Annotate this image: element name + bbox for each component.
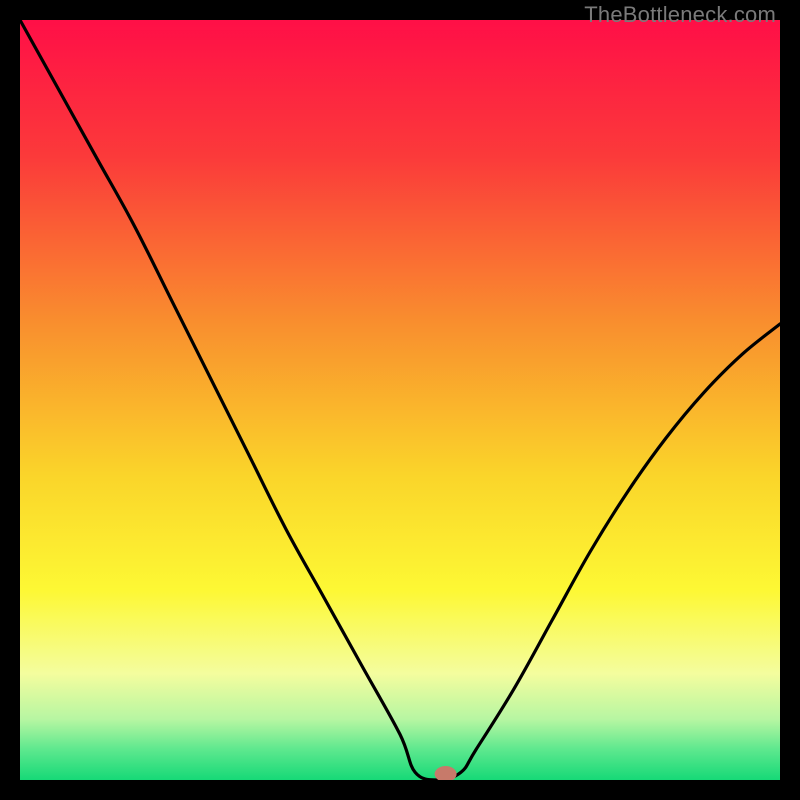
gradient-background bbox=[20, 20, 780, 780]
chart-frame bbox=[20, 20, 780, 780]
chart-plot-area bbox=[20, 20, 780, 780]
watermark-text: TheBottleneck.com bbox=[584, 2, 776, 28]
bottleneck-chart bbox=[20, 20, 780, 780]
